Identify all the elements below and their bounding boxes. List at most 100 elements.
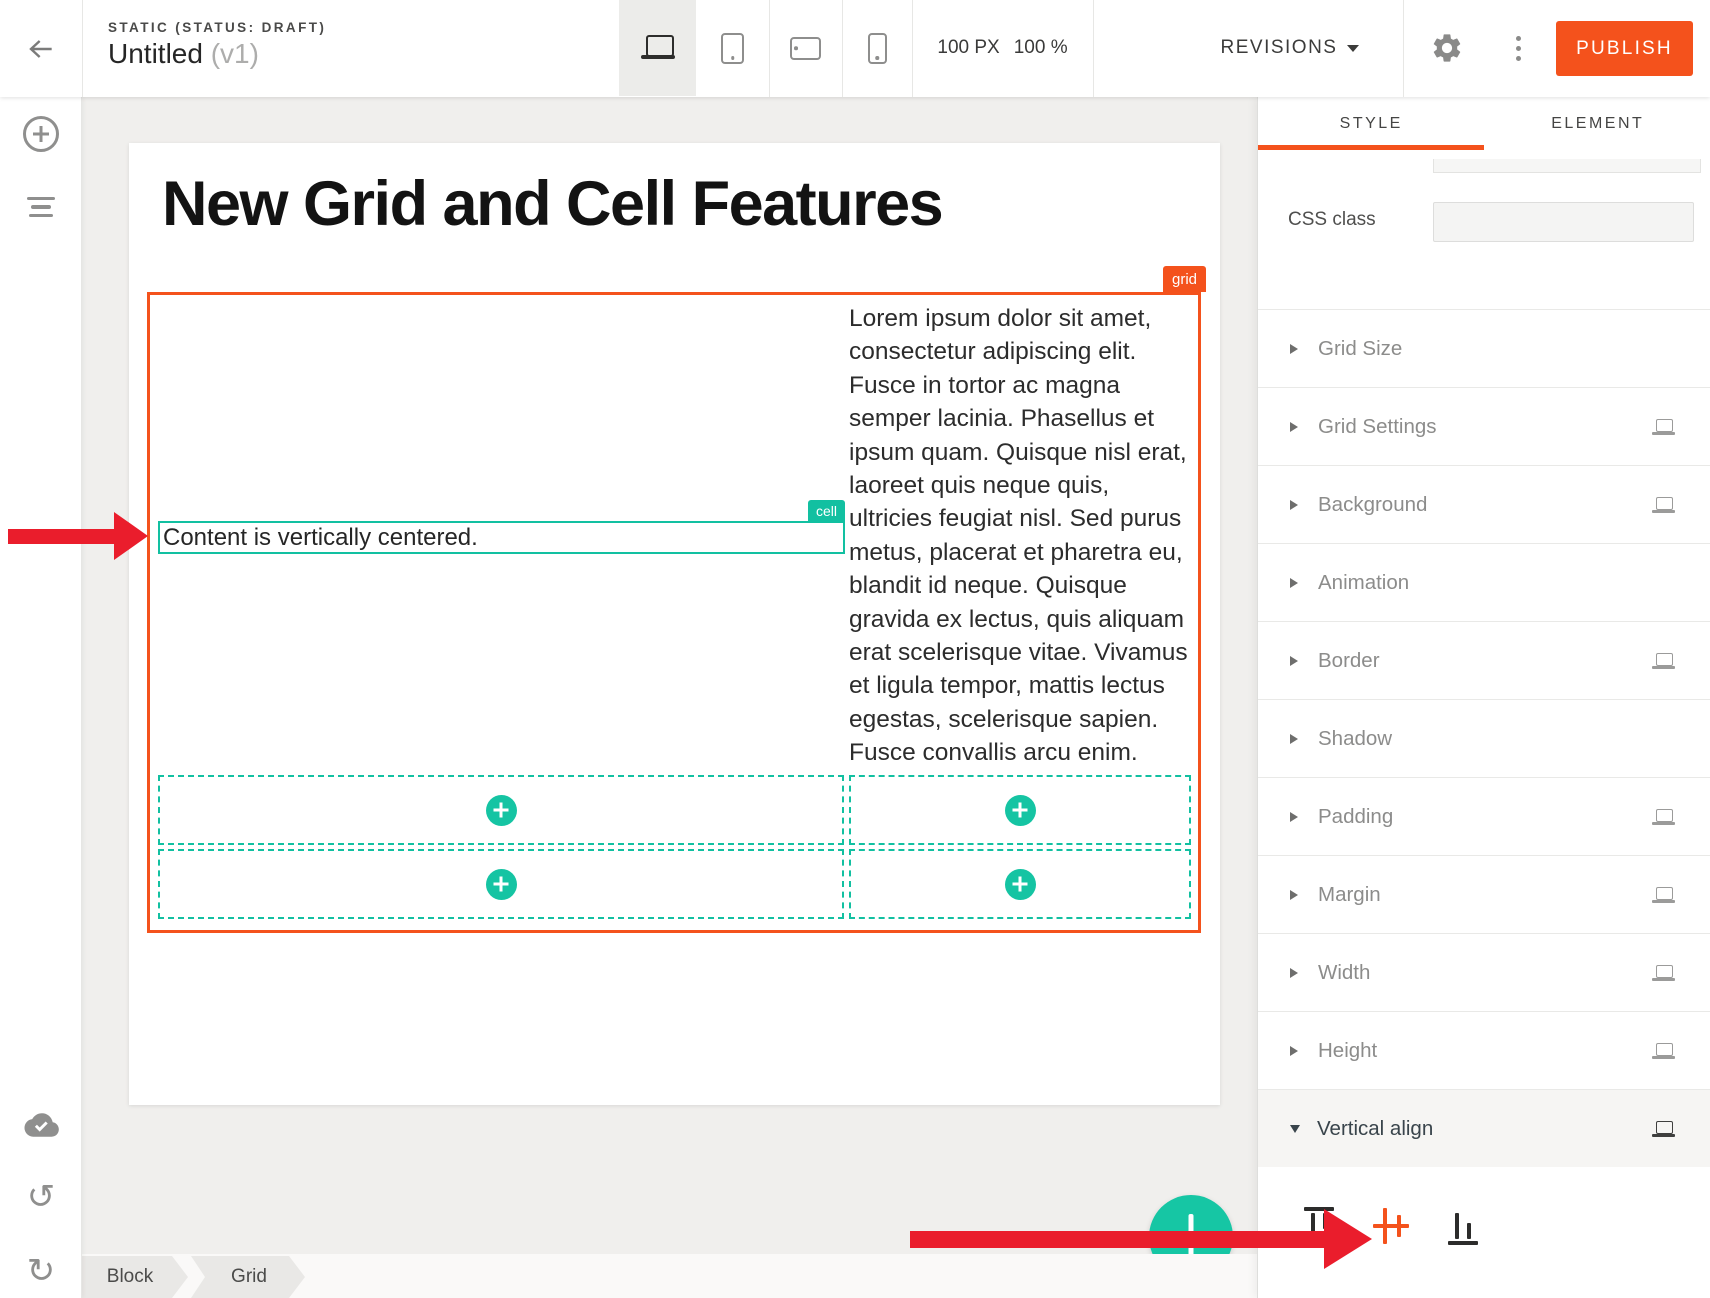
chevron-down-icon [1347,45,1359,52]
caret-icon [1290,1125,1300,1133]
breakpoint-tablet-landscape-button[interactable] [769,0,842,96]
panel-section-width[interactable]: Width [1258,933,1710,1011]
layout-navigator-button[interactable] [0,179,82,235]
caret-icon [1290,656,1298,666]
cell-content-text: Content is vertically centered. [160,524,478,552]
caret-icon [1290,812,1298,822]
gear-icon [1430,31,1464,65]
cell-badge: cell [808,500,845,521]
device-scope-icon [1652,653,1675,669]
caret-icon [1290,500,1298,510]
divider [82,0,83,97]
panel-section-height[interactable]: Height [1258,1011,1710,1089]
add-content-button[interactable] [486,869,517,900]
top-toolbar: STATIC (STATUS: DRAFT) Untitled (v1) 100… [0,0,1710,97]
saved-status-button[interactable] [0,1097,82,1153]
page-heading[interactable]: New Grid and Cell Features [162,168,942,240]
device-scope-icon [1652,809,1675,825]
panel-section-background[interactable]: Background [1258,465,1710,543]
css-class-input[interactable] [1433,202,1694,242]
lines-icon [27,197,55,218]
caret-icon [1290,578,1298,588]
caret-icon [1290,890,1298,900]
align-bottom-icon[interactable] [1445,1206,1481,1246]
panel-section-margin[interactable]: Margin [1258,855,1710,933]
panel-sections: Grid Size Grid Settings Background Anima… [1258,309,1710,1167]
section-label: Grid Size [1318,337,1652,361]
arrow-left-icon [25,33,57,65]
partial-input-above [1433,159,1701,173]
section-label: Margin [1318,883,1652,907]
device-scope-icon [1652,1121,1675,1137]
section-label: Vertical align [1317,1117,1652,1141]
undo-icon: ↺ [27,1180,56,1214]
section-label: Background [1318,493,1652,517]
document-title-block: STATIC (STATUS: DRAFT) Untitled (v1) [108,20,326,70]
section-label: Padding [1318,805,1652,829]
grid-badge: grid [1163,266,1206,292]
inspector-panel: STYLE ELEMENT CSS class Grid Size Grid S… [1257,97,1710,1298]
section-label: Grid Settings [1318,415,1652,439]
panel-section-grid-size[interactable]: Grid Size [1258,309,1710,387]
panel-section-animation[interactable]: Animation [1258,543,1710,621]
panel-section-shadow[interactable]: Shadow [1258,699,1710,777]
panel-section-padding[interactable]: Padding [1258,777,1710,855]
add-content-button[interactable] [486,795,517,826]
divider [1093,0,1094,97]
section-label: Animation [1318,571,1652,595]
panel-section-border[interactable]: Border [1258,621,1710,699]
breakpoint-desktop-button[interactable] [619,0,696,96]
empty-cell[interactable] [158,849,844,919]
add-content-button[interactable] [1005,795,1036,826]
revisions-dropdown[interactable]: REVISIONS [1165,0,1415,96]
add-block-button[interactable] [0,106,82,162]
active-tab-underline [1258,145,1484,150]
css-class-label: CSS class [1288,209,1376,231]
more-options-button[interactable] [1500,0,1536,96]
redo-icon: ↻ [27,1254,56,1288]
add-content-button[interactable] [1005,869,1036,900]
kebab-icon [1516,36,1521,41]
redo-button[interactable]: ↻ [0,1243,82,1298]
undo-button[interactable]: ↺ [0,1169,82,1225]
phone-icon [868,33,887,64]
caret-icon [1290,734,1298,744]
empty-cell[interactable] [849,849,1191,919]
cloud-check-icon [22,1111,60,1139]
document-status: STATIC (STATUS: DRAFT) [108,20,326,35]
device-scope-icon [1652,1043,1675,1059]
zoom-value: 100 % [1014,37,1068,59]
back-button[interactable] [0,0,82,97]
align-middle-icon[interactable] [1373,1206,1409,1246]
tablet-portrait-icon [721,33,744,64]
settings-button[interactable] [1427,0,1467,96]
document-title: Untitled (v1) [108,38,326,70]
empty-cell[interactable] [849,775,1191,845]
selected-cell-outline[interactable]: Content is vertically centered. [158,521,845,554]
caret-icon [1290,344,1298,354]
editor-app: STATIC (STATUS: DRAFT) Untitled (v1) 100… [0,0,1710,1298]
publish-button[interactable]: PUBLISH [1556,21,1693,76]
section-label: Shadow [1318,727,1652,751]
empty-cell[interactable] [158,775,844,845]
tab-element[interactable]: ELEMENT [1485,97,1710,150]
breakpoint-tablet-button[interactable] [696,0,769,96]
caret-icon [1290,968,1298,978]
inspector-tabs: STYLE ELEMENT [1258,97,1710,150]
plus-circle-icon [23,116,59,152]
breakpoint-value: 100 PX [937,37,999,59]
left-toolbar: ↺ ↻ [0,97,82,1298]
viewport-info: 100 PX 100 % [912,0,1093,96]
section-label: Height [1318,1039,1652,1063]
breakpoint-phone-button[interactable] [842,0,912,96]
paragraph-text[interactable]: Lorem ipsum dolor sit amet, consectetur … [849,302,1197,770]
laptop-icon [641,35,675,61]
breadcrumb-grid[interactable]: Grid [191,1256,305,1298]
tab-style[interactable]: STYLE [1258,97,1485,150]
document-version: (v1) [211,38,259,69]
panel-section-grid-settings[interactable]: Grid Settings [1258,387,1710,465]
breadcrumb-block[interactable]: Block [82,1256,188,1298]
section-label: Width [1318,961,1652,985]
divider [1403,0,1404,97]
panel-section-vertical-align[interactable]: Vertical align [1258,1089,1710,1167]
